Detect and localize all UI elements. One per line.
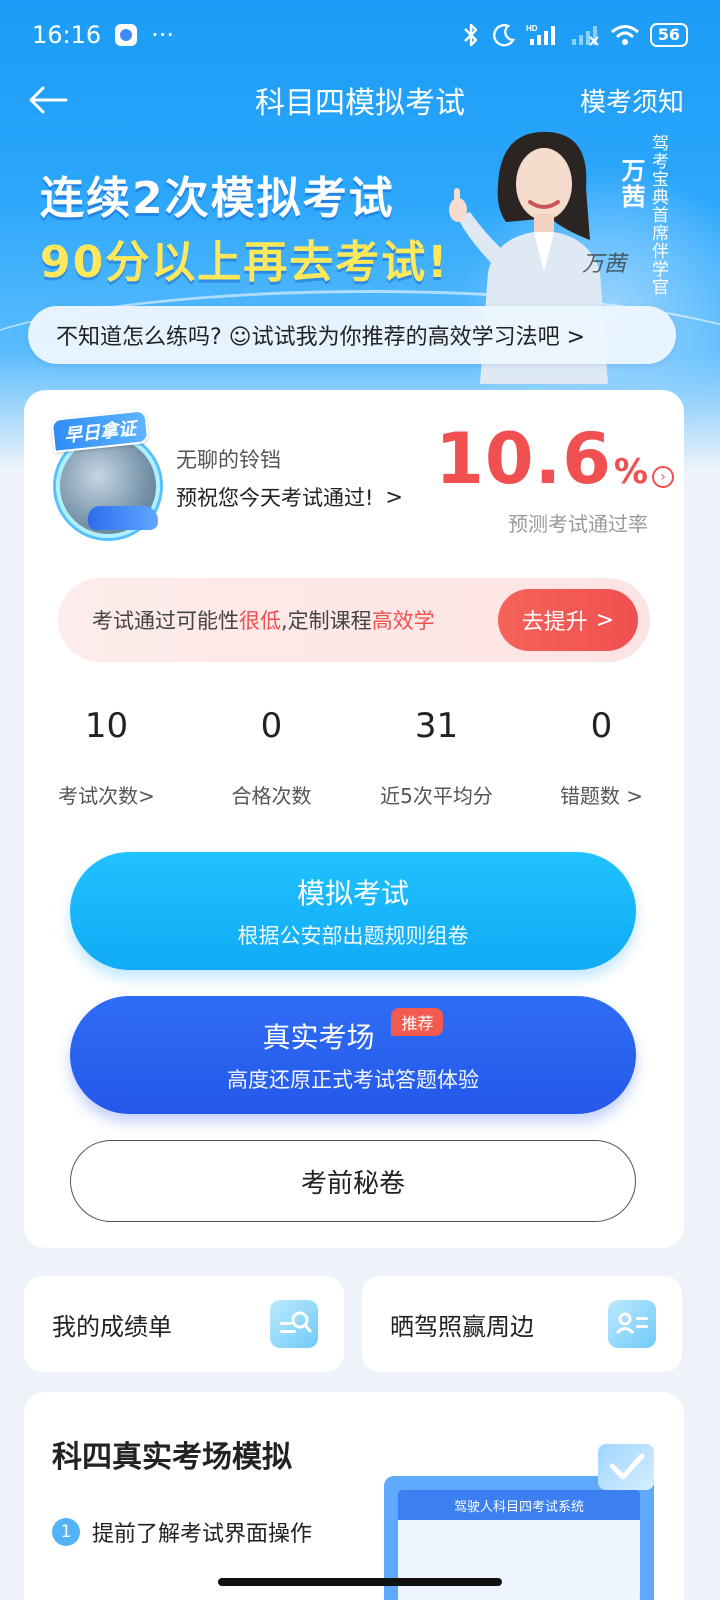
real-exam-subtitle: 高度还原正式考试答题体验	[227, 1068, 479, 1092]
stat-wrong-count[interactable]: 0 错题数 >	[519, 706, 684, 816]
status-more-icon: ···	[151, 21, 175, 49]
instructor-name: 万茜	[617, 158, 645, 210]
exam-notice-link[interactable]: 模考须知	[580, 82, 684, 119]
nav-bar: 科目四模拟考试 模考须知	[0, 70, 720, 130]
score-report-card[interactable]: 我的成绩单	[24, 1276, 344, 1372]
mock-exam-subtitle: 根据公安部出题规则组卷	[237, 924, 469, 948]
back-arrow-icon	[29, 86, 68, 114]
profile-card-icon	[615, 1312, 648, 1335]
car-icon	[88, 506, 158, 530]
status-bar: 16:16 ··· HD 56	[0, 0, 720, 70]
exam-summary-card: 早日拿证 无聊的铃铛 预祝您今天考试通过! > 10.6 % › 预测考试通过率…	[24, 390, 684, 1248]
stat-average-score: 31 近5次平均分	[354, 706, 519, 816]
alert-text-highlight-course: 高效学	[371, 609, 435, 633]
pass-rate[interactable]: 10.6 %	[435, 418, 648, 500]
improve-button-label: 去提升	[521, 610, 588, 635]
recommend-badge: 推荐	[391, 1008, 444, 1036]
id-card-icon	[608, 1300, 656, 1348]
status-right: HD 56	[460, 22, 688, 48]
home-indicator[interactable]	[218, 1578, 502, 1586]
stat-exam-count[interactable]: 10 考试次数>	[24, 706, 189, 816]
avatar[interactable]: 早日拿证	[48, 409, 188, 538]
wifi-icon	[610, 25, 639, 45]
real-exam-title-row: 真实考场 推荐	[262, 1008, 444, 1056]
stat-value: 31	[414, 706, 459, 746]
stat-label: 近5次平均分	[380, 784, 493, 808]
alert-text-1: 考试通过可能性	[92, 609, 239, 633]
pass-rate-label: 预测考试通过率	[508, 512, 648, 536]
pass-rate-value: 10.6	[435, 418, 612, 500]
bluetooth-icon	[463, 23, 477, 47]
search-doc-icon	[280, 1311, 312, 1333]
signal-weak-icon	[571, 26, 599, 46]
alert-text-highlight-low: 很低	[239, 609, 281, 633]
score-report-label: 我的成绩单	[52, 1312, 172, 1341]
status-left: 16:16 ···	[32, 21, 174, 49]
step-item: 1 提前了解考试界面操作	[52, 1516, 312, 1548]
user-wish-text: 预祝您今天考试通过!	[176, 486, 374, 510]
study-tip-banner[interactable]: 不知道怎么练吗? ☺试试我为你推荐的高效学习法吧 >	[28, 306, 676, 364]
step-text: 提前了解考试界面操作	[92, 1522, 313, 1547]
stat-value: 10	[84, 706, 129, 746]
step-number: 1	[52, 1518, 80, 1546]
section-title: 科四真实考场模拟	[52, 1440, 292, 1475]
pass-probability-alert: 考试通过可能性 很低 ,定制课程 高效学 去提升 >	[58, 578, 650, 662]
back-button[interactable]	[26, 78, 70, 122]
user-wish-link[interactable]: 预祝您今天考试通过! >	[176, 482, 403, 512]
secret-paper-button[interactable]: 考前秘卷	[70, 1140, 636, 1222]
share-license-card[interactable]: 晒驾照赢周边	[362, 1276, 682, 1372]
do-not-disturb-moon-icon	[492, 24, 515, 47]
real-exam-simulation-card[interactable]: 科四真实考场模拟 1 提前了解考试界面操作 驾驶人科目四考试系统	[24, 1392, 684, 1600]
status-time: 16:16	[32, 21, 102, 49]
stat-label: 考试次数>	[58, 784, 155, 808]
real-exam-title: 真实考场	[262, 1021, 375, 1054]
real-exam-button[interactable]: 真实考场 推荐 高度还原正式考试答题体验	[70, 996, 636, 1114]
mock-exam-button[interactable]: 模拟考试 根据公安部出题规则组卷	[70, 852, 636, 970]
stat-value: 0	[260, 706, 283, 746]
hd-label: HD	[526, 24, 538, 33]
alert-text-2: ,定制课程	[281, 609, 372, 633]
chevron-right-icon: >	[595, 607, 615, 633]
score-report-icon	[270, 1300, 318, 1348]
mock-exam-title: 模拟考试	[296, 877, 409, 910]
stat-label: 合格次数	[231, 784, 312, 808]
stat-value: 0	[590, 706, 613, 746]
chevron-right-icon: >	[385, 485, 404, 509]
checkmark-icon	[598, 1444, 654, 1490]
pass-rate-unit: %	[613, 452, 648, 492]
share-license-label: 晒驾照赢周边	[390, 1312, 534, 1341]
username: 无聊的铃铛	[176, 448, 281, 472]
stat-pass-count: 0 合格次数	[189, 706, 354, 816]
preview-header: 驾驶人科目四考试系统	[398, 1490, 640, 1520]
stat-label: 错题数 >	[559, 784, 644, 808]
signal-hd-icon: HD	[526, 24, 555, 45]
promo-headline-1: 连续2次模拟考试	[40, 173, 395, 224]
exam-stats: 10 考试次数> 0 合格次数 31 近5次平均分 0 错题数 >	[24, 706, 684, 816]
pass-rate-detail-icon[interactable]: ›	[652, 466, 674, 488]
instructor-title: 驾考宝典首席伴学官	[648, 134, 668, 296]
instructor-signature: 万茜	[582, 252, 627, 277]
improve-button[interactable]: 去提升 >	[498, 589, 638, 651]
battery-indicator: 56	[649, 23, 688, 47]
app-notification-icon	[115, 24, 138, 46]
promo-headline-2: 90分以上再去考试!	[40, 237, 450, 288]
